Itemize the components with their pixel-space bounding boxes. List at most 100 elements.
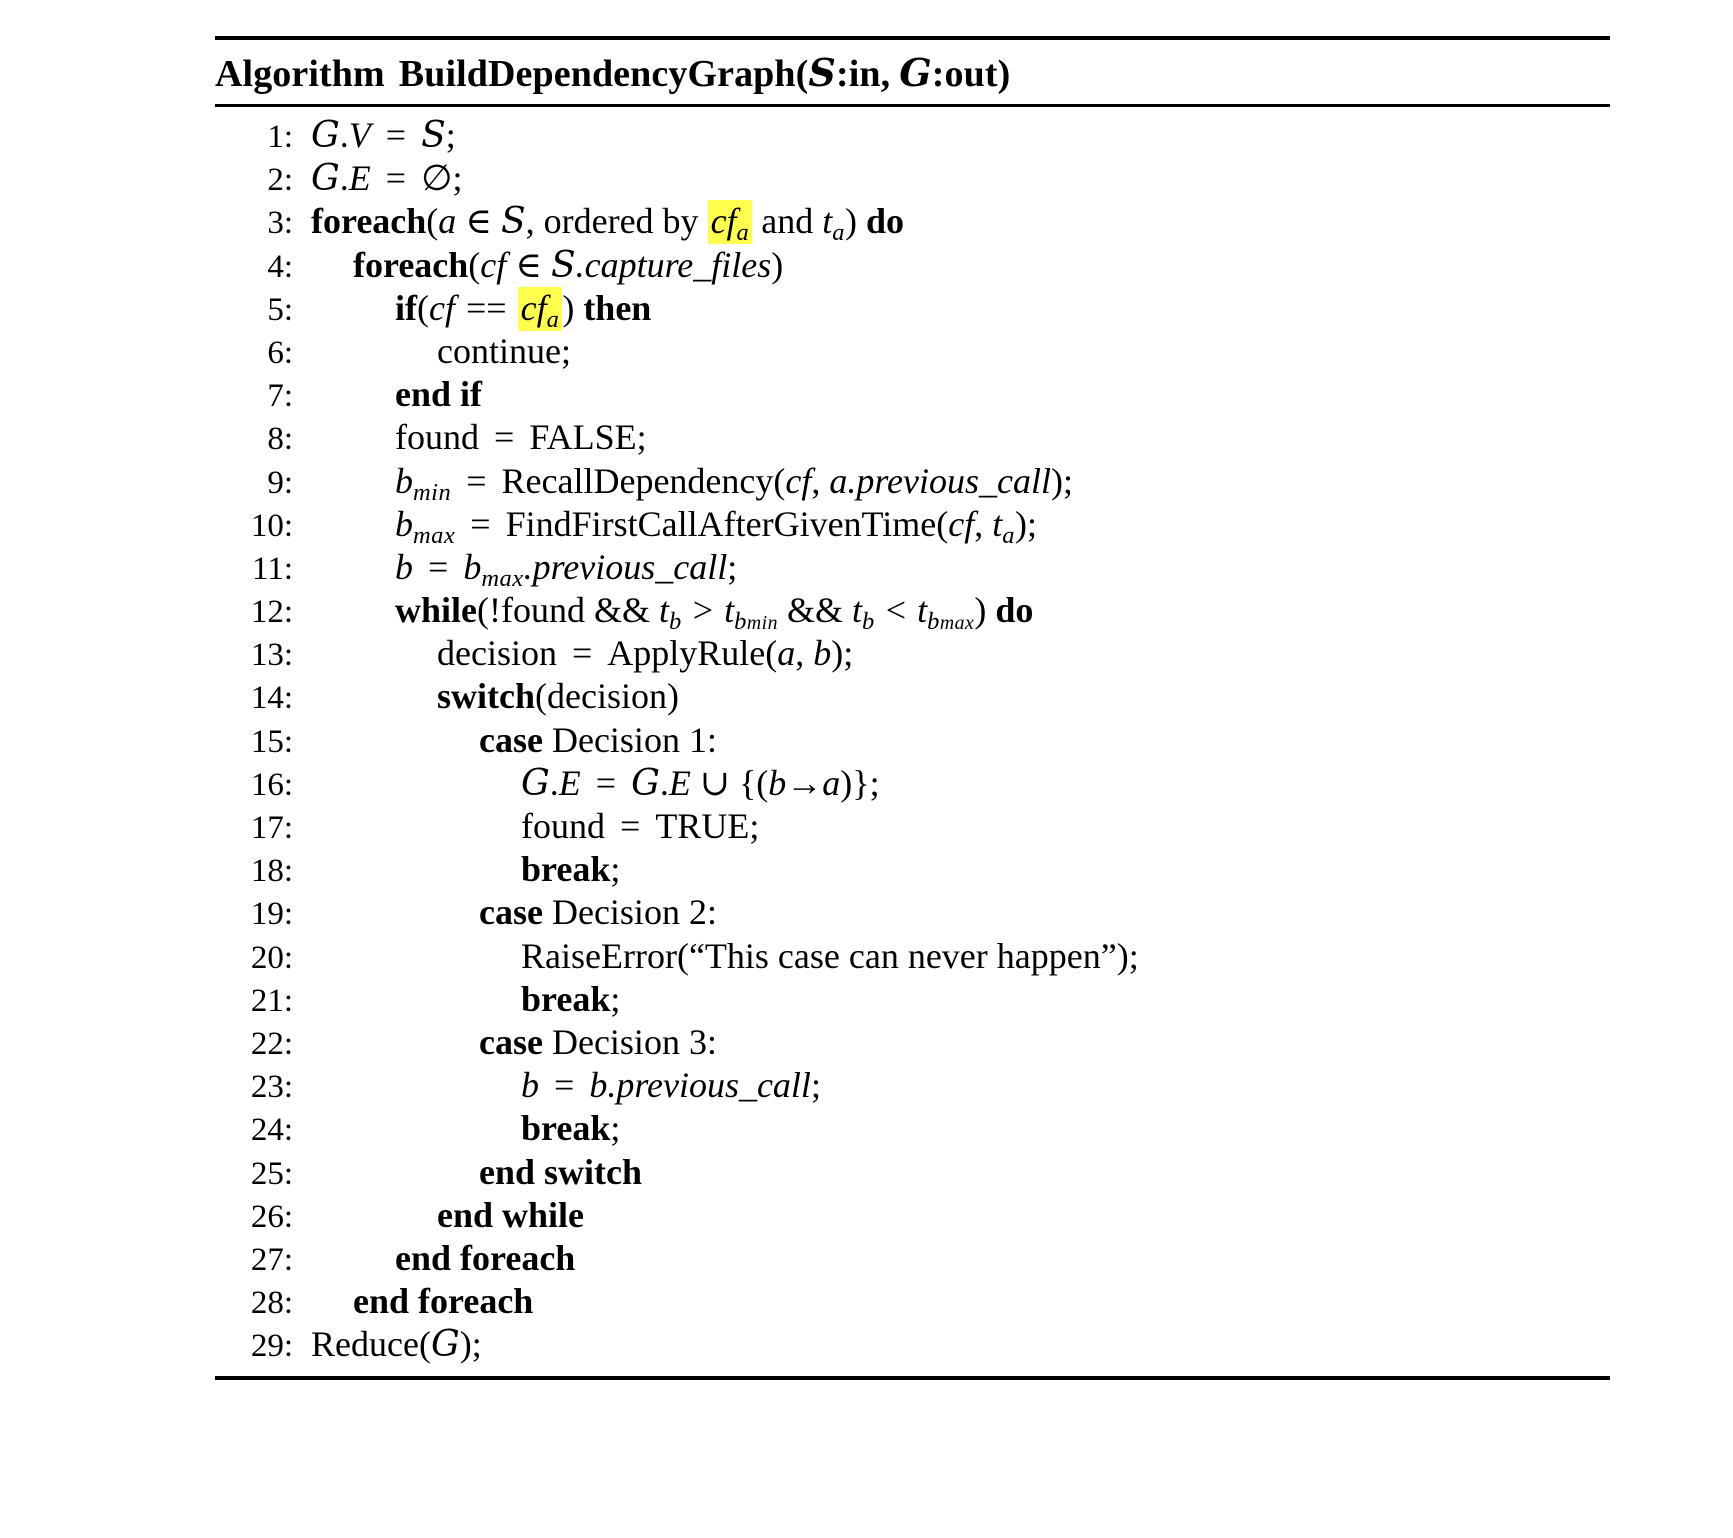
line-number: 12: [250,594,293,631]
line-code: decision = ApplyRule(a, b); [311,632,1610,674]
tok-var-cf: cf [429,287,455,328]
line-number: 9: [267,464,293,501]
line-number: 4: [267,248,293,285]
tok-E: E [348,158,371,199]
keyword-case: case [479,719,543,760]
tok-dot: . [339,115,349,155]
tok-sub-b: b [862,607,875,635]
tok-sub-b: b [734,607,747,635]
algorithm-line: 27: end foreach [215,1237,1610,1280]
line-code: continue; [311,330,1610,372]
tok-var-b: b [589,1065,608,1106]
tok-eq: = [571,633,593,674]
line-code: case Decision 1: [311,719,1610,761]
tok-var-cf: cf [948,503,975,544]
line-code: switch(decision) [311,675,1610,717]
prop-capture-files: capture_files [584,244,772,285]
text-ordered-by: ordered by [543,201,699,242]
error-message-string: “This case can never happen” [688,935,1117,976]
keyword-foreach: foreach [311,201,427,242]
line-code: RaiseError(“This case can never happen”)… [311,935,1610,977]
tok-comma: , [795,633,805,674]
algorithm-line: 10: bmax = FindFirstCallAfterGivenTime(cf,… [215,503,1610,549]
line-code: bmin = RecallDependency(cf, a.previous_call… [311,460,1610,507]
tok-var-a: a [438,201,457,242]
algorithm-figure: Algorithm BuildDependencyGraph(S:in, G:out… [215,36,1610,1381]
tok-not: ! [489,590,502,631]
tok-paren-close: ) [1116,935,1129,976]
tok-eqeq: == [465,287,507,328]
line-number: 15: [250,723,293,760]
tok-semi: ; [1128,935,1139,976]
tok-gt: > [692,590,714,631]
algorithm-line: 11: b = bmax.previous_call; [215,546,1610,592]
algorithm-line: 20: RaiseError(“This case can never happ… [215,935,1610,978]
line-number: 18: [250,853,293,890]
tok-colon: : [706,1021,717,1062]
tok-and-and: && [787,590,844,631]
line-code: foreach(cf ∈ S.capture_files) [311,244,1610,286]
line-number: 22: [250,1025,293,1062]
highlight-cf-a-line3: cfa [707,200,753,247]
algorithm-line: 17: found = TRUE; [215,805,1610,848]
const-true: TRUE [655,806,750,846]
tok-semi: ; [471,1324,482,1365]
tok-dot: . [549,762,559,803]
algorithm-title: Algorithm BuildDependencyGraph(S:in, G:out… [215,40,1610,104]
algorithm-title-prefix: Algorithm [215,53,385,95]
line-code: b = b.previous_call; [311,1064,1610,1106]
algorithm-line: 4: foreach(cf ∈ S.capture_files) [215,244,1610,287]
tok-sub-b: b [927,607,940,635]
tok-semi: ; [452,158,463,199]
tok-paren-open: ( [468,244,481,285]
line-code: bmax = FindFirstCallAfterGivenTime(cf, ta); [311,503,1610,550]
tok-semi: ; [810,1065,821,1106]
algorithm-title-paren-close: ) [997,53,1011,95]
tok-semi: ; [636,417,647,458]
keyword-break: break [521,849,611,890]
line-number: 19: [250,896,293,933]
tok-empty-set: ∅ [421,158,453,199]
tok-semi: ; [1063,460,1074,501]
line-code: G.E = ∅; [311,157,1610,199]
tok-semi: ; [869,762,880,803]
label-decision-number: 2 [688,892,707,933]
algorithm-line: 25: end switch [215,1151,1610,1194]
tok-semi: ; [610,849,621,890]
tok-paren-open: ( [765,633,778,674]
tok-union: ∪ [699,762,731,803]
fn-find-first-call-after-given-time: FindFirstCallAfterGivenTime [505,503,937,544]
text-and: and [761,201,814,242]
bottom-rule [215,1376,1610,1381]
line-code: found = FALSE; [311,416,1610,458]
tok-var-t: t [822,201,833,242]
tok-paren-open: ( [477,590,490,631]
tok-paren-open: ( [426,201,439,242]
tok-cal-G: G [311,158,340,200]
tok-and-and: && [594,590,651,631]
line-code: if(cf == cfa) then [311,286,1610,334]
tok-eq: = [466,460,487,501]
tok-sub-a: a [832,219,846,247]
keyword-then: then [583,287,652,328]
line-number: 21: [250,982,293,1019]
tok-dot: . [607,1065,617,1106]
fn-recall-dependency: RecallDependency [501,460,774,501]
tok-dot: . [575,244,585,285]
algorithm-line: 21: break; [215,978,1610,1021]
label-decision: Decision [551,1021,680,1062]
algorithm-line: 23: b = b.previous_call; [215,1064,1610,1107]
fn-raise-error: RaiseError [521,935,677,976]
line-code: break; [311,978,1610,1020]
tok-comma: , [974,503,984,544]
tok-eq: = [385,158,407,199]
keyword-while: while [395,590,478,631]
tok-sub-a: a [736,219,750,247]
line-number: 6: [267,334,293,371]
tok-eq: = [620,806,641,846]
tok-lt: < [885,590,907,631]
tok-var-b: b [463,546,482,587]
line-code: G.E = G.E ∪ {(b→a)}; [311,762,1610,804]
tok-var-cf: cf [520,287,547,328]
line-code: break; [311,1107,1610,1149]
